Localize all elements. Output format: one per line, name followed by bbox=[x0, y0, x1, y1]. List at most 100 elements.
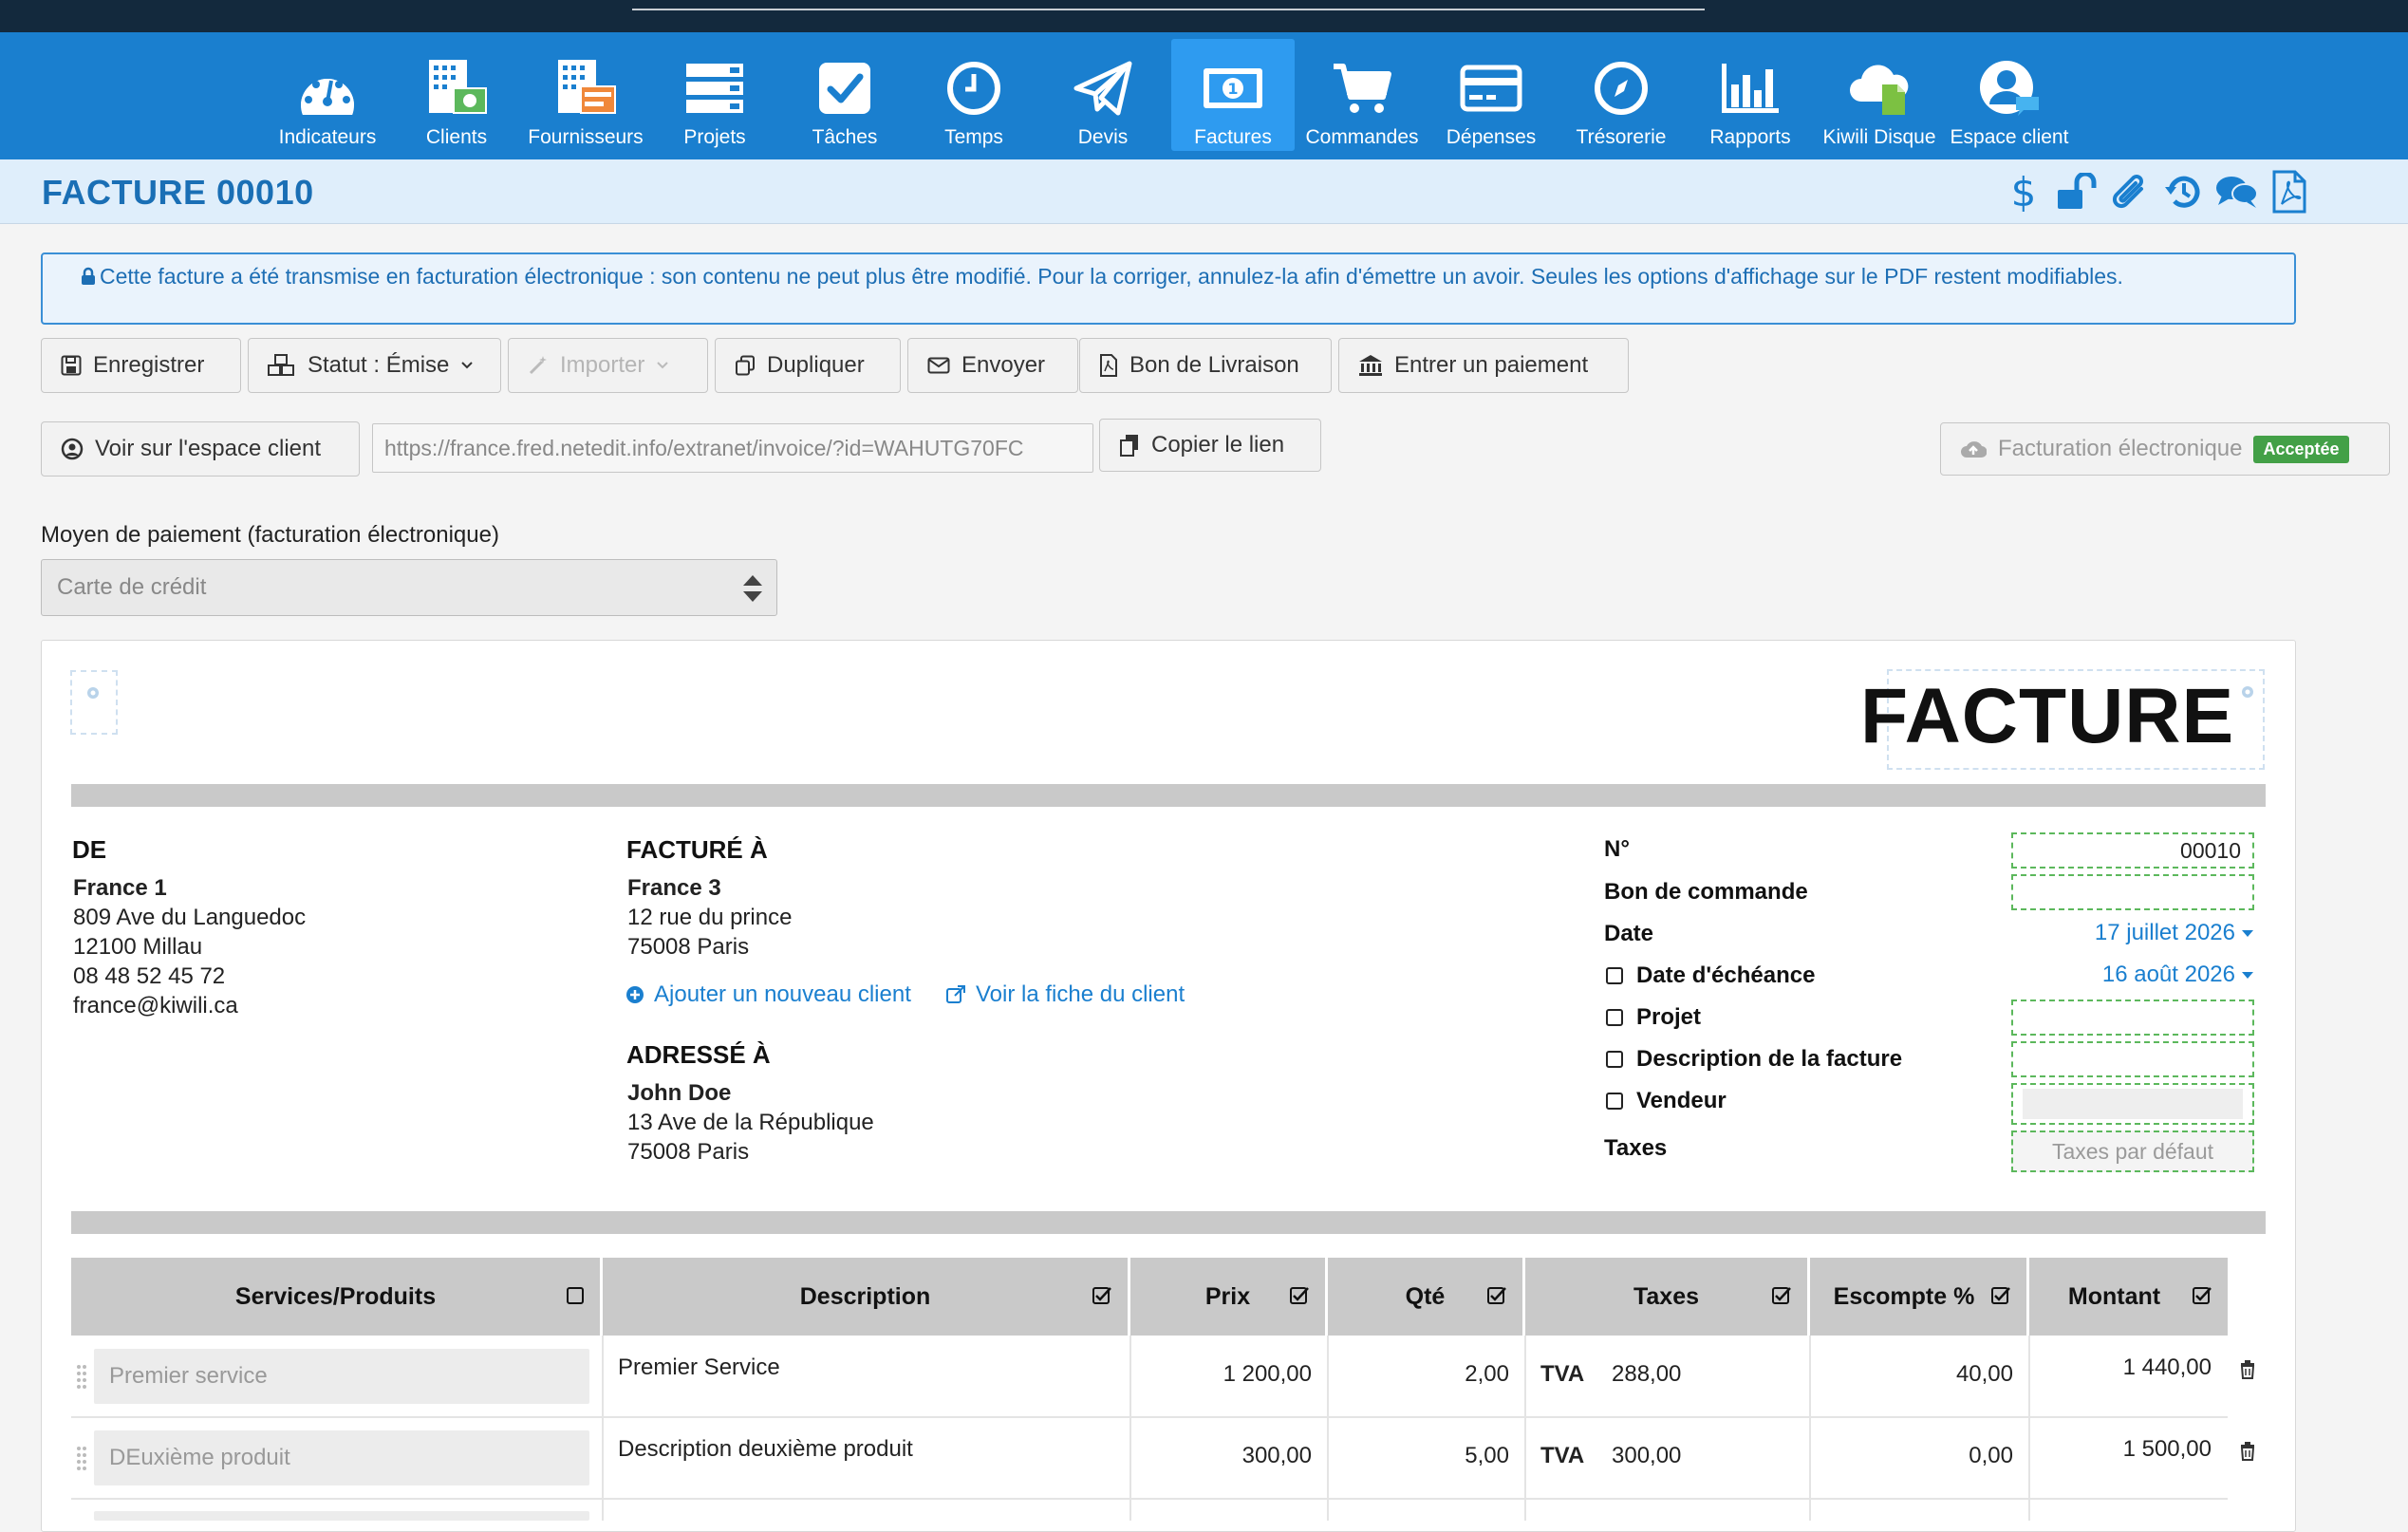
description-row: Description de la facture bbox=[1606, 1046, 1902, 1073]
enter-payment-button[interactable]: Entrer un paiement bbox=[1338, 338, 1629, 393]
view-client-portal-button[interactable]: Voir sur l'espace client bbox=[41, 421, 360, 476]
einvoice-status-button[interactable]: Facturation électronique Acceptée bbox=[1940, 422, 2390, 476]
due-date-picker[interactable]: 16 août 2026 bbox=[2102, 962, 2254, 988]
checkbox-checked-icon[interactable] bbox=[2192, 1286, 2212, 1305]
tax-name-cell: TVA bbox=[1540, 1361, 1585, 1387]
due-date-checkbox[interactable] bbox=[1606, 967, 1623, 984]
discount-cell[interactable]: 40,00 bbox=[1956, 1361, 2013, 1388]
description-field[interactable] bbox=[2011, 1041, 2254, 1077]
checkbox-icon[interactable] bbox=[566, 1286, 585, 1305]
product-input[interactable]: DEuxième produit bbox=[94, 1430, 589, 1485]
send-button[interactable]: Envoyer bbox=[907, 338, 1078, 393]
unlock-icon[interactable] bbox=[2054, 169, 2100, 215]
checkbox-checked-icon[interactable] bbox=[1990, 1286, 2011, 1305]
invoice-number-label: N° bbox=[1604, 836, 1630, 862]
col-header-amount: Montant bbox=[2029, 1258, 2228, 1336]
project-field[interactable] bbox=[2011, 1000, 2254, 1036]
col-header-amount-label: Montant bbox=[2067, 1282, 2161, 1310]
description-cell[interactable]: Premier Service bbox=[618, 1355, 780, 1381]
nav-item-espace-client[interactable]: Espace client bbox=[1948, 39, 2071, 151]
save-button[interactable]: Enregistrer bbox=[41, 338, 241, 393]
logo-placeholder[interactable] bbox=[70, 670, 118, 735]
seller-select[interactable] bbox=[2023, 1089, 2243, 1119]
nav-item-temps[interactable]: Temps bbox=[912, 39, 1036, 151]
description-checkbox[interactable] bbox=[1606, 1051, 1623, 1068]
nav-item-projets[interactable]: Projets bbox=[653, 39, 776, 151]
main-nav: Indicateurs Clients Fournisseurs Projets… bbox=[0, 32, 2408, 159]
user-circle-icon bbox=[61, 438, 84, 460]
price-cell[interactable]: 1 200,00 bbox=[1223, 1361, 1312, 1388]
nav-label: Tâches bbox=[812, 126, 878, 148]
checkbox-checked-icon[interactable] bbox=[1092, 1286, 1112, 1305]
po-field[interactable] bbox=[2011, 874, 2254, 910]
client-portal-url: https://france.fred.netedit.info/extrane… bbox=[384, 435, 1024, 460]
nav-item-taches[interactable]: Tâches bbox=[783, 39, 906, 151]
paperclip-icon[interactable] bbox=[2107, 169, 2153, 215]
compass-icon bbox=[1590, 58, 1652, 119]
add-client-label: Ajouter un nouveau client bbox=[654, 981, 911, 1007]
floppy-disk-icon bbox=[61, 355, 82, 376]
nav-item-tresorerie[interactable]: Trésorerie bbox=[1559, 39, 1683, 151]
comments-icon[interactable] bbox=[2213, 169, 2259, 215]
view-client-link[interactable]: Voir la fiche du client bbox=[945, 981, 1185, 1008]
product-input[interactable]: Premier service bbox=[94, 1349, 589, 1404]
payment-method-value: Carte de crédit bbox=[57, 574, 207, 600]
nav-item-rapports[interactable]: Rapports bbox=[1689, 39, 1812, 151]
pdf-file-icon[interactable] bbox=[2267, 169, 2312, 215]
header-separator bbox=[71, 784, 2266, 807]
nav-label: Trésorerie bbox=[1576, 126, 1667, 148]
billed-to-name[interactable]: France 3 bbox=[627, 875, 721, 902]
nav-item-depenses[interactable]: Dépenses bbox=[1429, 39, 1553, 151]
price-cell[interactable]: 300,00 bbox=[1242, 1443, 1312, 1469]
qty-cell[interactable]: 2,00 bbox=[1465, 1361, 1509, 1388]
nav-item-commandes[interactable]: Commandes bbox=[1300, 39, 1424, 151]
nav-label: Espace client bbox=[1950, 126, 2069, 148]
gauge-icon bbox=[296, 58, 359, 119]
nav-item-kiwili-disque[interactable]: Kiwili Disque bbox=[1818, 39, 1941, 151]
seller-checkbox[interactable] bbox=[1606, 1093, 1623, 1110]
checkbox-checked-icon[interactable] bbox=[1486, 1286, 1507, 1305]
project-checkbox[interactable] bbox=[1606, 1009, 1623, 1026]
user-chat-icon bbox=[1978, 58, 2041, 119]
discount-cell[interactable]: 0,00 bbox=[1969, 1443, 2013, 1469]
einvoice-label: Facturation électronique bbox=[1998, 436, 2243, 461]
magic-wand-icon bbox=[529, 356, 547, 375]
bar-chart-icon bbox=[1719, 58, 1782, 119]
client-portal-url-field[interactable]: https://france.fred.netedit.info/extrane… bbox=[372, 423, 1093, 473]
from-phone: 08 48 52 45 72 bbox=[73, 963, 226, 989]
description-cell[interactable]: Description deuxième produit bbox=[618, 1436, 913, 1463]
ship-to-heading: ADRESSÉ À bbox=[626, 1040, 771, 1069]
product-input[interactable] bbox=[94, 1511, 589, 1521]
nav-item-factures[interactable]: 1 Factures bbox=[1171, 39, 1295, 151]
send-label: Envoyer bbox=[961, 352, 1046, 378]
trash-icon[interactable] bbox=[2240, 1360, 2255, 1379]
nav-item-fournisseurs[interactable]: Fournisseurs bbox=[524, 39, 647, 151]
seller-field[interactable] bbox=[2011, 1083, 2254, 1125]
delivery-note-button[interactable]: Bon de Livraison bbox=[1079, 338, 1332, 393]
import-button[interactable]: Importer bbox=[508, 338, 708, 393]
taxes-field[interactable]: Taxes par défaut bbox=[2011, 1130, 2254, 1172]
document-title: FACTURE bbox=[1860, 673, 2235, 759]
nav-label: Kiwili Disque bbox=[1822, 126, 1936, 148]
duplicate-button[interactable]: Dupliquer bbox=[715, 338, 901, 393]
trash-icon[interactable] bbox=[2240, 1442, 2255, 1461]
checkbox-checked-icon[interactable] bbox=[1289, 1286, 1310, 1305]
payment-method-select[interactable]: Carte de crédit bbox=[41, 559, 777, 616]
invoice-number-field[interactable]: 00010 bbox=[2011, 832, 2254, 869]
checkbox-checked-icon[interactable] bbox=[1771, 1286, 1792, 1305]
copy-link-button[interactable]: Copier le lien bbox=[1099, 419, 1321, 472]
date-label: Date bbox=[1604, 921, 1654, 946]
add-client-link[interactable]: Ajouter un nouveau client bbox=[625, 981, 911, 1008]
nav-item-clients[interactable]: Clients bbox=[395, 39, 518, 151]
col-header-price-label: Prix bbox=[1204, 1282, 1251, 1310]
nav-item-devis[interactable]: Devis bbox=[1041, 39, 1165, 151]
history-icon[interactable] bbox=[2160, 169, 2206, 215]
qty-cell[interactable]: 5,00 bbox=[1465, 1443, 1509, 1469]
date-picker[interactable]: 17 juillet 2026 bbox=[2095, 920, 2254, 946]
projects-stack-icon bbox=[683, 58, 746, 119]
dollar-icon[interactable]: $ bbox=[2001, 169, 2046, 215]
nav-item-indicateurs[interactable]: Indicateurs bbox=[266, 39, 389, 151]
status-dropdown[interactable]: Statut : Émise bbox=[248, 338, 501, 393]
drag-handle-icon[interactable] bbox=[76, 1364, 87, 1389]
drag-handle-icon[interactable] bbox=[76, 1446, 87, 1470]
